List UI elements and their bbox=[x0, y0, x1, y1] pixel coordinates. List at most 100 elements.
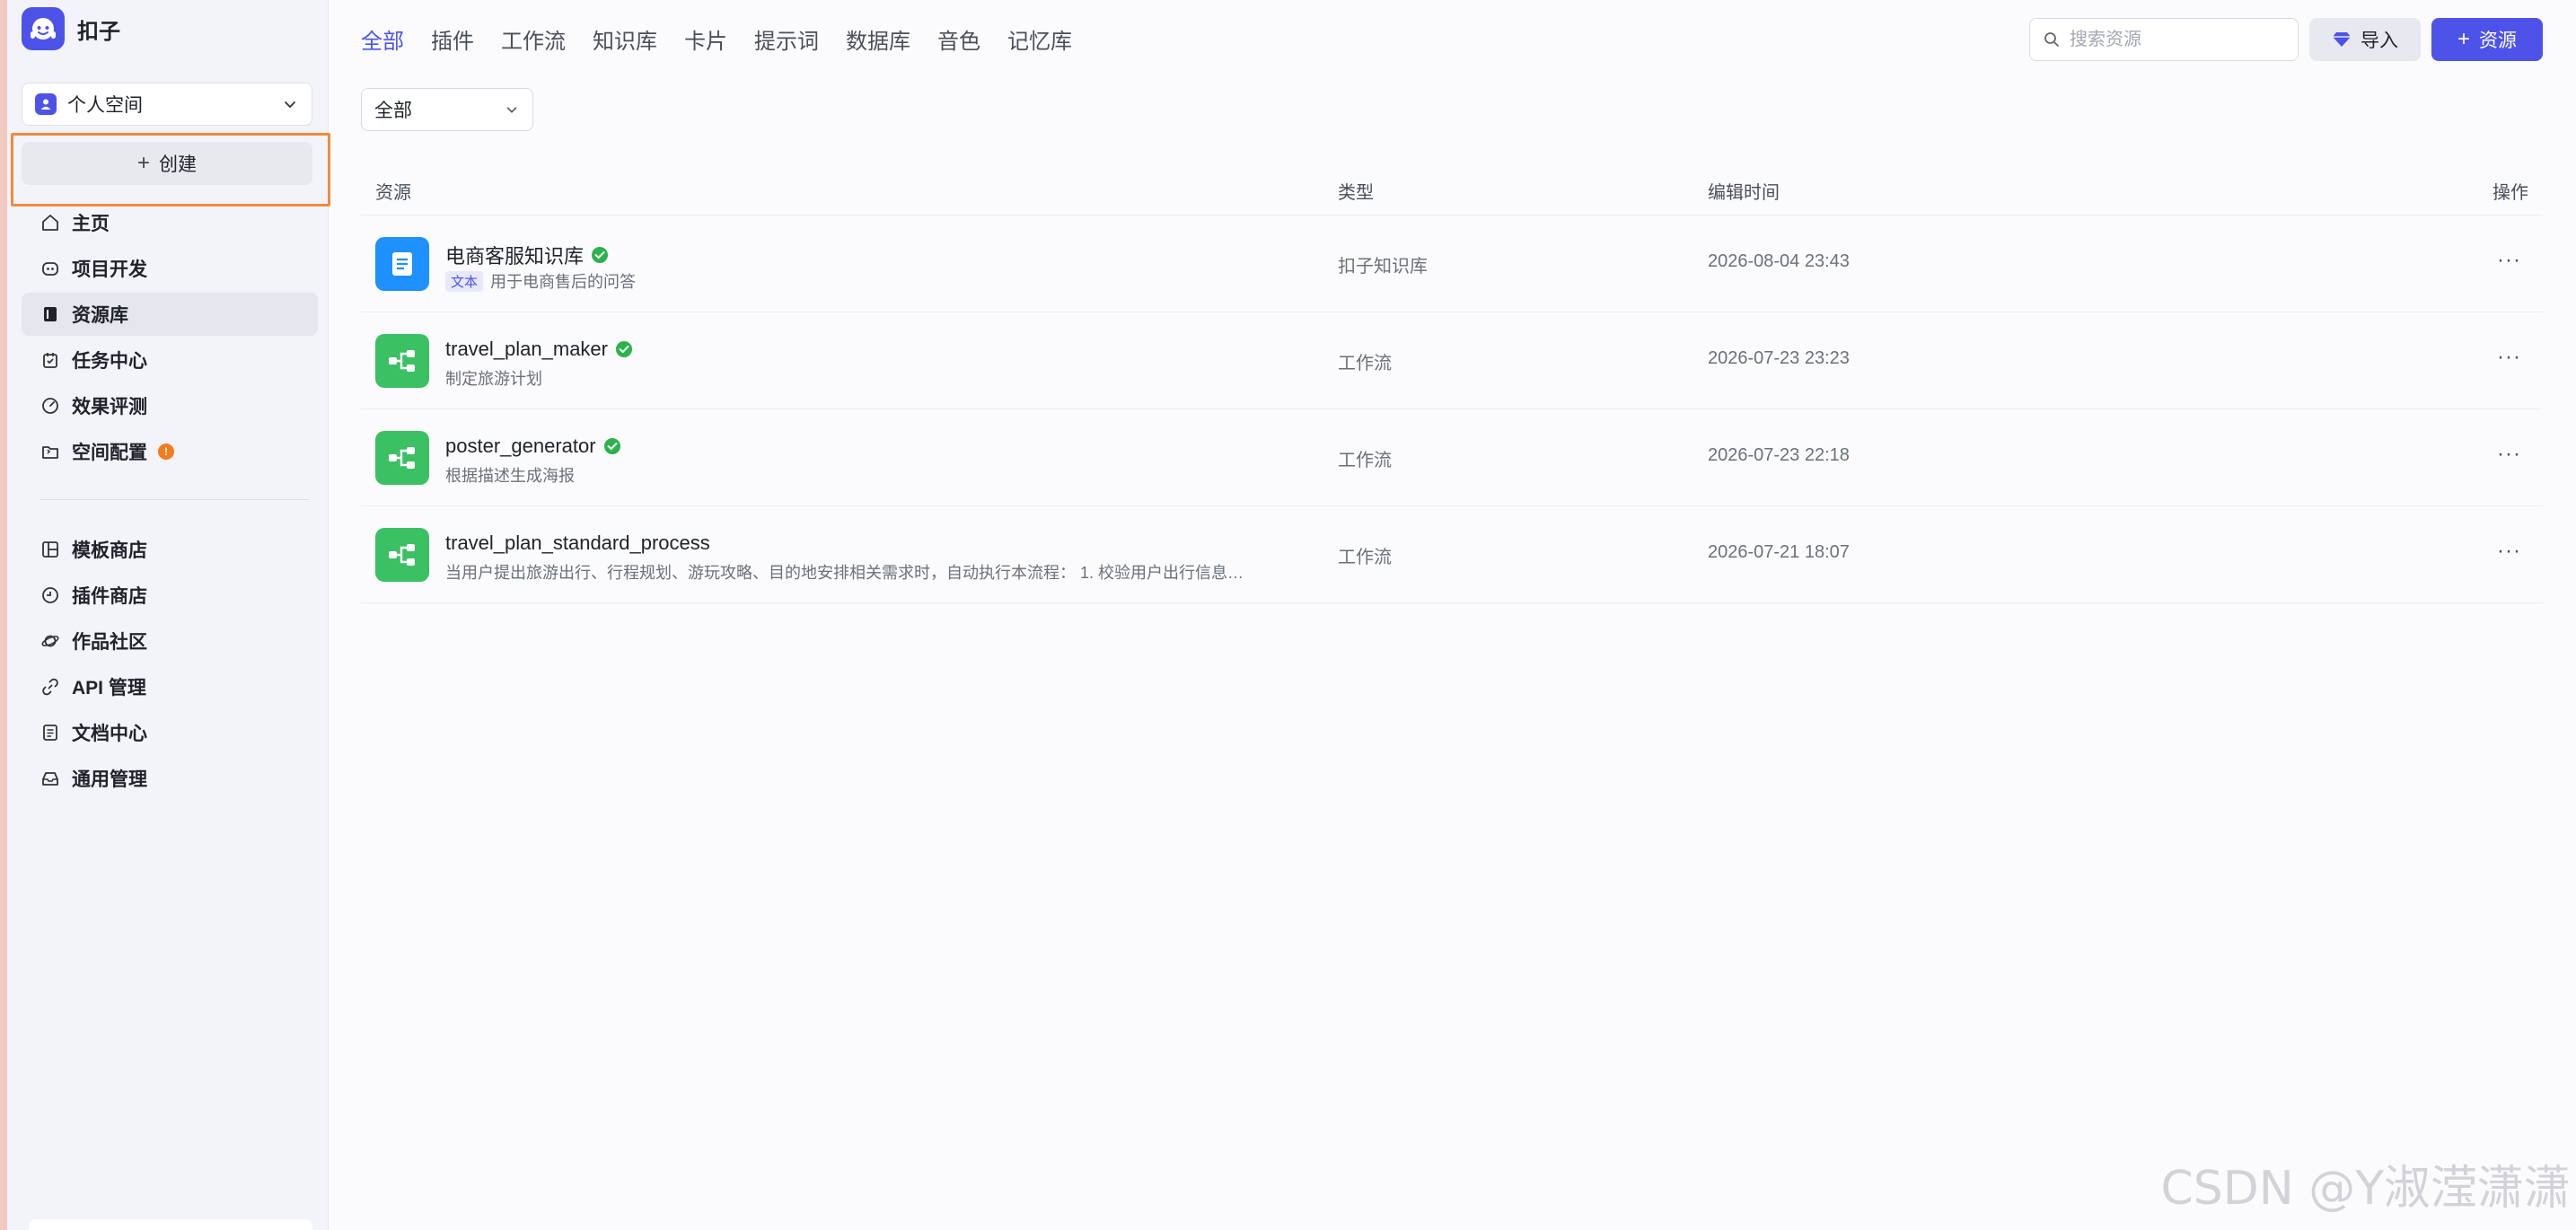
resource-table: 资源 类型 编辑时间 操作 电商客服知识库 文本 用于电商售后的问答 扣子知识库… bbox=[361, 167, 2543, 603]
add-resource-label: 资源 bbox=[2479, 31, 2517, 51]
resource-description: 制定旅游计划 bbox=[445, 370, 542, 388]
resource-tabs: 全部 插件 工作流 知识库 卡片 提示词 数据库 音色 记忆库 bbox=[361, 23, 1072, 55]
verified-check-icon bbox=[615, 341, 632, 357]
more-options-button[interactable]: ··· bbox=[2497, 248, 2521, 273]
search-input[interactable] bbox=[2070, 29, 2285, 50]
resource-title: travel_plan_standard_process bbox=[445, 532, 710, 554]
edit-time: 2026-08-04 23:43 bbox=[1708, 251, 1850, 271]
task-icon bbox=[40, 349, 61, 371]
space-selector[interactable]: 个人空间 bbox=[22, 83, 312, 126]
diamond-icon bbox=[2333, 32, 2351, 47]
sidebar-item-label: 空间配置 bbox=[72, 443, 147, 463]
person-icon bbox=[35, 93, 57, 115]
sidebar-item-home[interactable]: 主页 bbox=[22, 201, 318, 244]
import-button[interactable]: 导入 bbox=[2309, 18, 2421, 61]
sidebar-item-label: API 管理 bbox=[72, 678, 146, 698]
brand[interactable]: 扣子 bbox=[22, 7, 120, 50]
sidebar-footer-card bbox=[29, 1219, 312, 1230]
tab-voices[interactable]: 音色 bbox=[937, 23, 980, 55]
tab-all[interactable]: 全部 bbox=[361, 23, 404, 55]
filter-select[interactable]: 全部 bbox=[361, 88, 533, 131]
create-button[interactable]: + 创建 bbox=[22, 142, 312, 185]
space-selector-label: 个人空间 bbox=[67, 95, 143, 116]
main-content: 全部 插件 工作流 知识库 卡片 提示词 数据库 音色 记忆库 导入 + 资源 … bbox=[329, 0, 2576, 1230]
table-row[interactable]: poster_generator 根据描述生成海报 工作流 2026-07-23… bbox=[361, 409, 2543, 506]
type-tag: 文本 bbox=[445, 270, 484, 292]
document-icon bbox=[40, 722, 61, 743]
edit-time: 2026-07-23 22:18 bbox=[1708, 445, 1850, 465]
workflow-icon bbox=[375, 334, 429, 388]
search-box bbox=[2029, 18, 2299, 61]
sidebar-item-label: 项目开发 bbox=[72, 259, 147, 280]
watermark: CSDN @Y淑滢潇潇 bbox=[2160, 1162, 2571, 1216]
plus-icon: + bbox=[136, 151, 150, 175]
sidebar-item-community[interactable]: 作品社区 bbox=[22, 619, 318, 663]
page-edge-strip bbox=[0, 0, 7, 1230]
robot-icon bbox=[40, 258, 61, 279]
tab-databases[interactable]: 数据库 bbox=[846, 23, 910, 55]
sidebar-item-label: 任务中心 bbox=[72, 351, 147, 372]
tab-plugins[interactable]: 插件 bbox=[431, 23, 474, 55]
column-header-type: 类型 bbox=[1338, 183, 1374, 203]
verified-check-icon bbox=[592, 247, 609, 263]
resource-type: 工作流 bbox=[1338, 354, 1392, 373]
tab-cards[interactable]: 卡片 bbox=[684, 23, 727, 55]
inbox-icon bbox=[40, 768, 61, 789]
more-options-button[interactable]: ··· bbox=[2497, 345, 2521, 370]
edit-time: 2026-07-23 23:23 bbox=[1708, 348, 1850, 368]
sidebar-item-label: 文档中心 bbox=[72, 724, 147, 744]
sidebar-item-projects[interactable]: 项目开发 bbox=[22, 247, 318, 290]
nav-divider bbox=[40, 499, 309, 500]
brand-name: 扣子 bbox=[77, 19, 120, 44]
chevron-down-icon bbox=[506, 107, 517, 113]
tab-prompts[interactable]: 提示词 bbox=[754, 23, 819, 55]
sidebar-item-docs[interactable]: 文档中心 bbox=[22, 711, 318, 754]
more-options-button[interactable]: ··· bbox=[2497, 442, 2521, 467]
sidebar-item-space-settings[interactable]: 空间配置 ! bbox=[22, 430, 318, 473]
resource-type: 工作流 bbox=[1338, 548, 1392, 567]
column-header-time: 编辑时间 bbox=[1708, 183, 1780, 203]
resource-type: 扣子知识库 bbox=[1338, 257, 1428, 277]
sidebar-item-label: 资源库 bbox=[72, 305, 128, 326]
sidebar-item-label: 效果评测 bbox=[72, 397, 147, 417]
chevron-down-icon bbox=[285, 101, 295, 109]
plus-icon: + bbox=[2457, 27, 2470, 51]
table-row[interactable]: travel_plan_standard_process 当用户提出旅游出行、行… bbox=[361, 506, 2543, 603]
import-button-label: 导入 bbox=[2361, 31, 2398, 51]
table-header: 资源 类型 编辑时间 操作 bbox=[361, 167, 2543, 215]
sidebar-item-resources[interactable]: 资源库 bbox=[22, 293, 318, 336]
sidebar-nav-primary: 主页 项目开发 资源库 任务中心 效果评测 空间配置 ! bbox=[22, 201, 318, 476]
add-resource-button[interactable]: + 资源 bbox=[2431, 18, 2543, 61]
resource-title: 电商客服知识库 bbox=[445, 245, 585, 268]
column-header-resource: 资源 bbox=[375, 183, 411, 203]
sidebar-item-label: 模板商店 bbox=[72, 540, 147, 561]
planet-icon bbox=[40, 630, 61, 652]
tab-workflows[interactable]: 工作流 bbox=[501, 23, 566, 55]
folder-settings-icon bbox=[40, 441, 61, 462]
filter-select-value: 全部 bbox=[374, 101, 412, 121]
table-row[interactable]: travel_plan_maker 制定旅游计划 工作流 2026-07-23 … bbox=[361, 312, 2543, 409]
sidebar-item-general-settings[interactable]: 通用管理 bbox=[22, 757, 318, 800]
create-button-label: 创建 bbox=[159, 154, 197, 175]
sidebar-item-evaluation[interactable]: 效果评测 bbox=[22, 384, 318, 427]
sidebar-item-label: 主页 bbox=[72, 214, 110, 234]
resource-description: 当用户提出旅游出行、行程规划、游玩攻略、目的地安排相关需求时，自动执行本流程： … bbox=[445, 564, 1244, 582]
gauge-icon bbox=[40, 395, 61, 417]
table-row[interactable]: 电商客服知识库 文本 用于电商售后的问答 扣子知识库 2026-08-04 23… bbox=[361, 215, 2543, 312]
sidebar-item-label: 通用管理 bbox=[72, 769, 147, 790]
sidebar-item-api[interactable]: API 管理 bbox=[22, 665, 318, 708]
resource-type: 工作流 bbox=[1338, 451, 1392, 470]
tab-memory[interactable]: 记忆库 bbox=[1007, 23, 1072, 55]
sidebar-item-label: 作品社区 bbox=[72, 632, 147, 653]
more-options-button[interactable]: ··· bbox=[2497, 539, 2521, 564]
resource-title: travel_plan_maker bbox=[445, 338, 608, 360]
verified-check-icon bbox=[603, 438, 620, 454]
sidebar-item-template-store[interactable]: 模板商店 bbox=[22, 528, 318, 571]
search-icon bbox=[2044, 32, 2059, 47]
document-icon bbox=[375, 237, 429, 291]
tab-knowledge[interactable]: 知识库 bbox=[593, 23, 657, 55]
plugin-icon bbox=[40, 584, 61, 606]
sidebar-item-plugin-store[interactable]: 插件商店 bbox=[22, 574, 318, 617]
sidebar-item-tasks[interactable]: 任务中心 bbox=[22, 338, 318, 382]
resource-description: 根据描述生成海报 bbox=[445, 467, 575, 485]
